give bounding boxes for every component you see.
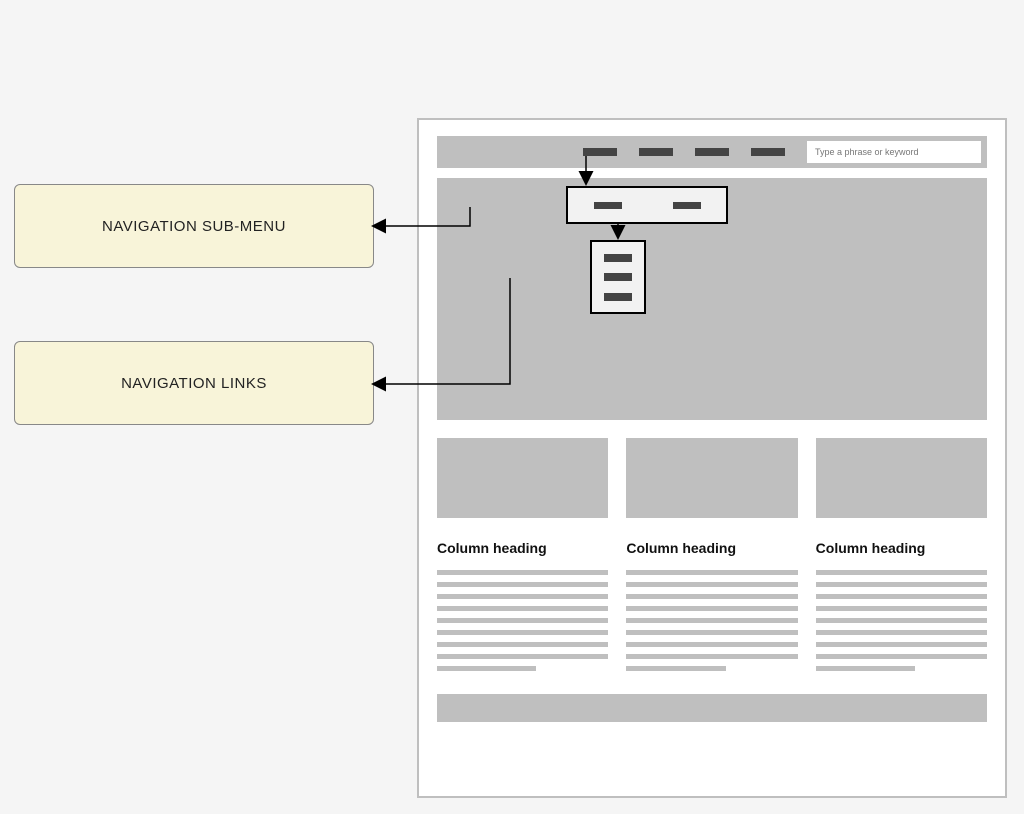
column: Column heading: [816, 438, 987, 678]
nav-bar: Type a phrase or keyword: [437, 136, 987, 168]
column-text-lines: [816, 570, 987, 671]
search-input[interactable]: Type a phrase or keyword: [807, 141, 981, 163]
nav-links[interactable]: [590, 240, 646, 314]
column-image-placeholder: [437, 438, 608, 518]
annotation-links-label: NAVIGATION LINKS: [14, 341, 374, 425]
diagram-canvas: NAVIGATION SUB-MENU NAVIGATION LINKS Typ…: [0, 0, 1024, 814]
column: Column heading: [437, 438, 608, 678]
columns: Column heading Column heading Column: [437, 438, 987, 678]
nav-link[interactable]: [604, 293, 632, 301]
nav-link[interactable]: [604, 273, 632, 281]
column-image-placeholder: [626, 438, 797, 518]
search-placeholder: Type a phrase or keyword: [815, 147, 919, 157]
submenu-item[interactable]: [673, 202, 701, 209]
nav-item[interactable]: [639, 148, 673, 156]
column-heading: Column heading: [437, 540, 608, 556]
nav-item[interactable]: [695, 148, 729, 156]
nav-item[interactable]: [751, 148, 785, 156]
column-heading: Column heading: [626, 540, 797, 556]
column-heading: Column heading: [816, 540, 987, 556]
footer-bar: [437, 694, 987, 722]
annotation-text: NAVIGATION SUB-MENU: [102, 218, 286, 235]
column-text-lines: [437, 570, 608, 671]
nav-item[interactable]: [583, 148, 617, 156]
wireframe-page: Type a phrase or keyword Column heading: [417, 118, 1007, 798]
hero-region: [437, 178, 987, 420]
nav-submenu[interactable]: [566, 186, 728, 224]
column-image-placeholder: [816, 438, 987, 518]
annotation-submenu-label: NAVIGATION SUB-MENU: [14, 184, 374, 268]
column: Column heading: [626, 438, 797, 678]
annotation-text: NAVIGATION LINKS: [121, 375, 267, 392]
column-text-lines: [626, 570, 797, 671]
nav-link[interactable]: [604, 254, 632, 262]
submenu-item[interactable]: [594, 202, 622, 209]
